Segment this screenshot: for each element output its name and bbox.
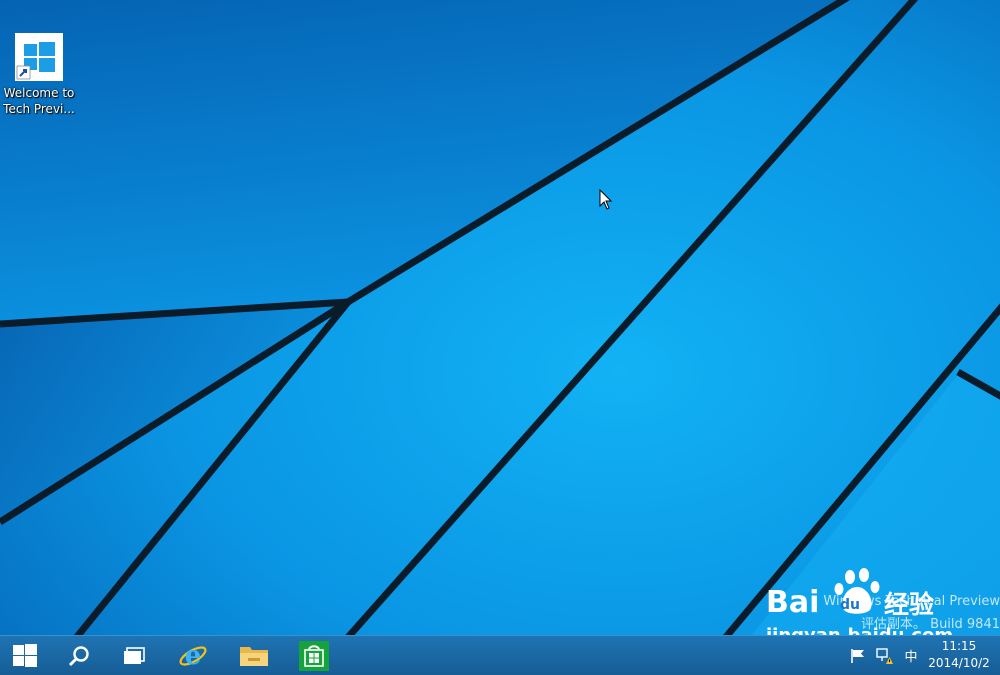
- search-icon: [68, 645, 89, 666]
- svg-text:e: e: [185, 641, 202, 671]
- baidu-brand-text: Bai: [766, 585, 820, 620]
- system-clock[interactable]: 11:15 2014/10/2: [920, 638, 998, 672]
- network-warning-icon: [876, 647, 893, 664]
- internet-explorer-icon: e: [179, 641, 207, 671]
- task-view-icon: [124, 646, 145, 664]
- network-status-icon[interactable]: [875, 636, 895, 675]
- clock-time: 11:15: [941, 639, 977, 653]
- folder-icon: [240, 646, 268, 666]
- input-method-indicator[interactable]: 中: [902, 636, 920, 675]
- desktop-icon-welcome[interactable]: Welcome to Tech Previ...: [2, 30, 76, 117]
- windows-logo-shortcut-icon: [15, 33, 63, 81]
- start-button[interactable]: [1, 636, 49, 675]
- mouse-cursor-icon: [599, 189, 613, 210]
- task-view-button[interactable]: [110, 636, 158, 675]
- file-explorer-button[interactable]: [230, 636, 278, 675]
- internet-explorer-button[interactable]: e: [169, 636, 217, 675]
- windows-logo-icon: [13, 643, 37, 667]
- desktop[interactable]: Welcome to Tech Previ... Windows Technic…: [0, 0, 1000, 675]
- search-button[interactable]: [55, 636, 103, 675]
- clock-date: 2014/10/2: [928, 656, 990, 670]
- flag-icon: [851, 648, 864, 663]
- store-button[interactable]: [290, 636, 338, 675]
- desktop-icon-label: Welcome to Tech Previ...: [3, 86, 75, 116]
- store-icon: [299, 640, 329, 671]
- svg-text:du: du: [840, 597, 860, 613]
- taskbar: e 中 11:15 2014/10/2: [0, 635, 1000, 675]
- baidu-product-text: 经验: [884, 590, 935, 619]
- action-center-flag-icon[interactable]: [850, 636, 868, 675]
